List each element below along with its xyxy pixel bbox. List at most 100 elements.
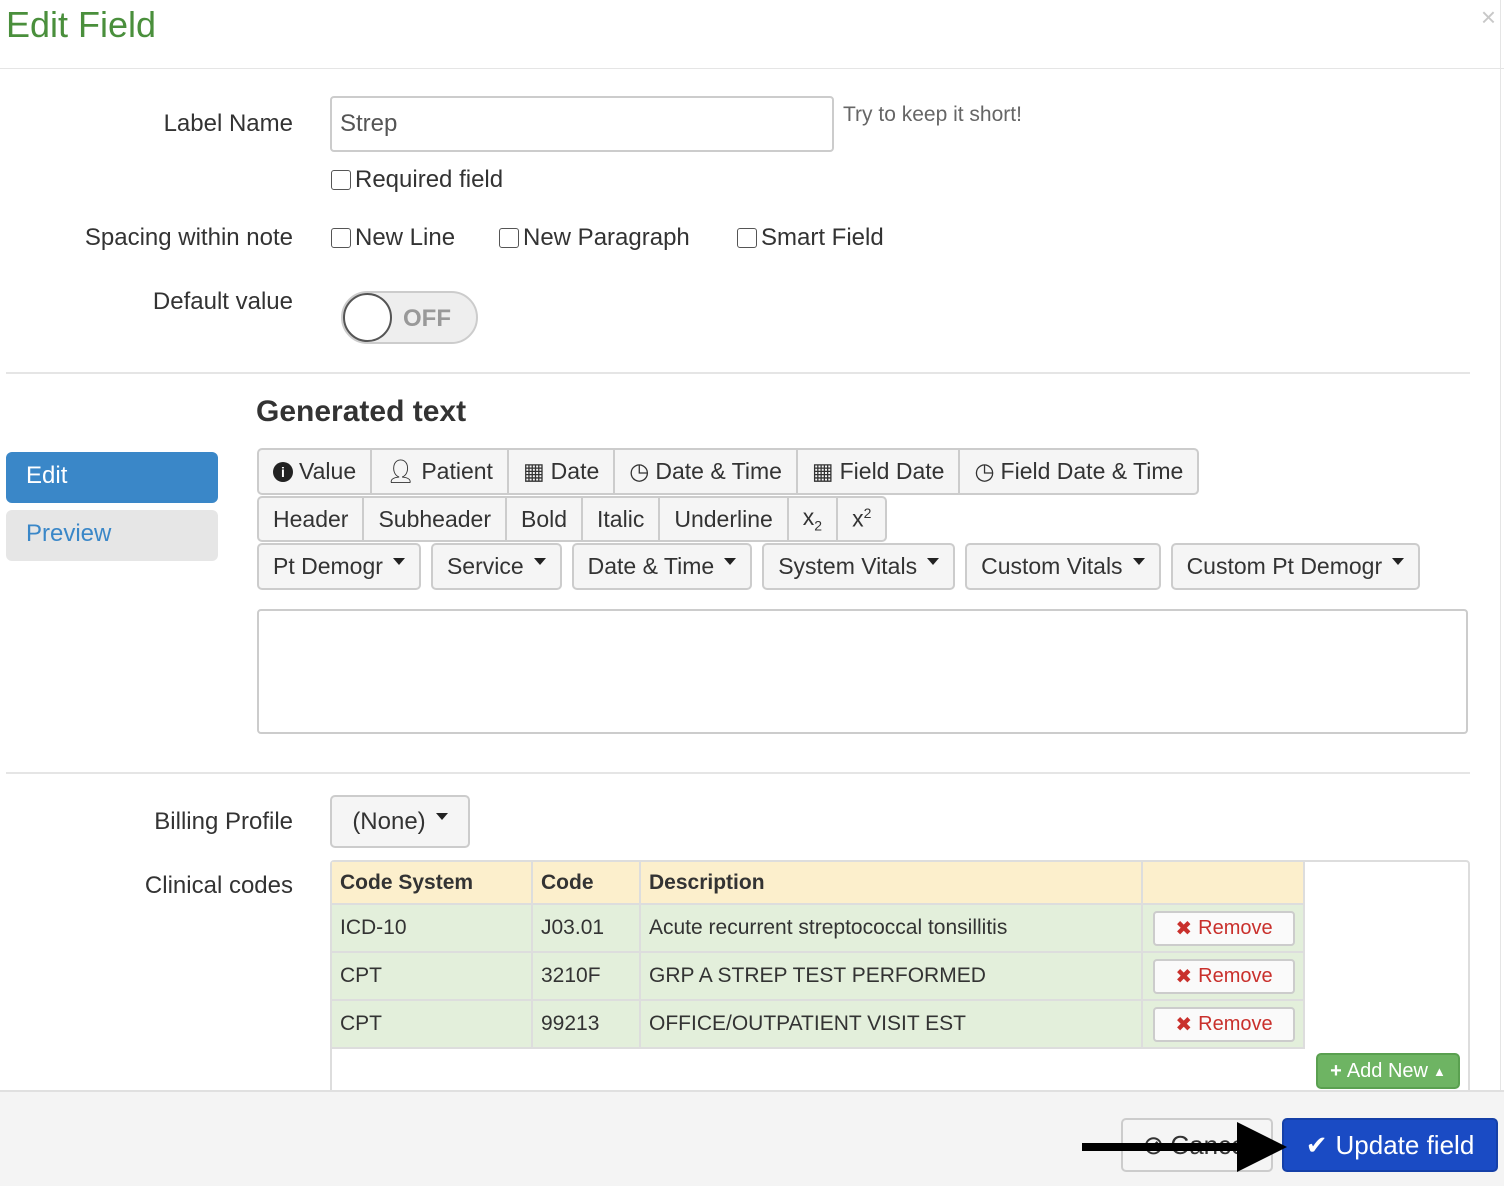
- caret-down-icon: [392, 558, 405, 565]
- close-icon[interactable]: ×: [1481, 2, 1496, 33]
- date-time-dropdown[interactable]: Date & Time: [571, 543, 753, 590]
- toggle-knob[interactable]: [343, 293, 392, 342]
- caret-down-icon: [1392, 558, 1405, 565]
- remove-icon: ✖: [1175, 965, 1193, 988]
- new-paragraph-checkbox[interactable]: New Paragraph: [499, 224, 690, 252]
- scroll-edge: [1500, 0, 1501, 1090]
- toggle-state: OFF: [403, 305, 451, 332]
- label-name-input[interactable]: [330, 96, 834, 152]
- patient-button[interactable]: 👤︎ Patient: [370, 448, 509, 495]
- generated-text-editor[interactable]: [257, 609, 1468, 734]
- checkbox-icon[interactable]: [331, 228, 351, 248]
- dropdown-label: Custom Vitals: [981, 553, 1123, 579]
- table-row: CPT 3210F GRP A STREP TEST PERFORMED ✖ Remov…: [332, 952, 1305, 1001]
- plus-icon: +: [1330, 1059, 1342, 1082]
- header-button[interactable]: Header: [257, 496, 365, 542]
- code-system-cell: CPT: [332, 952, 533, 1001]
- dropdown-label: Date & Time: [587, 553, 715, 579]
- field-date-label: Field Date: [839, 458, 945, 484]
- pt-demogr-dropdown[interactable]: Pt Demogr: [257, 543, 421, 590]
- remove-icon: ✖: [1175, 1013, 1193, 1036]
- underline-button[interactable]: Underline: [658, 496, 789, 542]
- required-checkbox[interactable]: Required field: [331, 166, 503, 194]
- field-date-button[interactable]: ▦ Field Date: [795, 448, 961, 495]
- dialog-title: Edit Field: [6, 4, 157, 45]
- col-description: Description: [640, 862, 1143, 905]
- dropdown-label: Custom Pt Demogr: [1186, 553, 1383, 579]
- bold-button[interactable]: Bold: [504, 496, 584, 542]
- system-vitals-dropdown[interactable]: System Vitals: [762, 543, 956, 590]
- default-value-toggle[interactable]: OFF: [341, 291, 478, 344]
- checkbox-icon[interactable]: [499, 228, 519, 248]
- billing-profile-label: Billing Profile: [154, 808, 293, 835]
- new-paragraph-label: New Paragraph: [523, 224, 690, 251]
- divider: [6, 772, 1470, 774]
- subheader-button[interactable]: Subheader: [362, 496, 507, 542]
- description-cell: Acute recurrent streptococcal tonsilliti…: [640, 904, 1143, 953]
- dropdown-label: Service: [446, 553, 524, 579]
- checkbox-icon[interactable]: [737, 228, 757, 248]
- service-dropdown[interactable]: Service: [430, 543, 562, 590]
- description-cell: GRP A STREP TEST PERFORMED: [640, 952, 1143, 1001]
- actions-cell: ✖ Remove: [1142, 1000, 1305, 1049]
- tab-preview[interactable]: Preview: [6, 510, 218, 561]
- add-new-label: Add New: [1346, 1059, 1428, 1082]
- actions-cell: ✖ Remove: [1142, 952, 1305, 1001]
- check-icon: ✔: [1305, 1129, 1328, 1160]
- remove-button[interactable]: ✖ Remove: [1153, 1006, 1295, 1042]
- caret-down-icon: [1132, 558, 1145, 565]
- code-system-cell: CPT: [332, 1000, 533, 1049]
- date-button[interactable]: ▦ Date: [506, 448, 616, 495]
- col-actions: [1142, 862, 1305, 905]
- custom-pt-demogr-dropdown[interactable]: Custom Pt Demogr: [1170, 543, 1421, 590]
- dropdown-label: Pt Demogr: [273, 553, 383, 579]
- custom-vitals-dropdown[interactable]: Custom Vitals: [965, 543, 1161, 590]
- remove-icon: ✖: [1175, 917, 1193, 940]
- description-cell: OFFICE/OUTPATIENT VISIT EST: [640, 1000, 1143, 1049]
- billing-profile-dropdown[interactable]: (None): [330, 795, 470, 848]
- generated-text-heading: Generated text: [256, 395, 467, 428]
- checkbox-icon[interactable]: [331, 170, 351, 190]
- code-cell: 3210F: [532, 952, 641, 1001]
- new-line-checkbox[interactable]: New Line: [331, 224, 455, 252]
- add-new-button[interactable]: + Add New ▲: [1316, 1053, 1460, 1089]
- table-row: CPT 99213 OFFICE/OUTPATIENT VISIT EST ✖ Remo…: [332, 1000, 1305, 1049]
- label-name-hint: Try to keep it short!: [843, 103, 1022, 126]
- smart-field-label: Smart Field: [761, 224, 884, 251]
- code-cell: 99213: [532, 1000, 641, 1049]
- code-cell: J03.01: [532, 904, 641, 953]
- annotation-arrow-icon: [1082, 1122, 1287, 1172]
- smart-field-checkbox[interactable]: Smart Field: [737, 224, 884, 252]
- remove-button[interactable]: ✖ Remove: [1153, 910, 1295, 946]
- superscript-button[interactable]: x2: [836, 496, 888, 542]
- calendar-icon: ▦: [522, 458, 545, 484]
- required-label: Required field: [355, 166, 504, 193]
- header-divider: [0, 68, 1504, 69]
- billing-profile-value: (None): [352, 807, 426, 835]
- caret-down-icon: [724, 558, 737, 565]
- code-system-cell: ICD-10: [332, 904, 533, 953]
- tab-edit[interactable]: Edit: [6, 452, 218, 503]
- insert-toolbar: i Value 👤︎ Patient ▦ Date ◷ Date & Time ▦ Fie…: [257, 448, 1200, 495]
- italic-button[interactable]: Italic: [581, 496, 661, 542]
- update-field-button[interactable]: ✔ Update field: [1282, 1118, 1498, 1172]
- user-icon: 👤︎: [386, 458, 416, 484]
- remove-button[interactable]: ✖ Remove: [1153, 958, 1295, 994]
- divider: [6, 372, 1470, 374]
- caret-down-icon: [927, 558, 940, 565]
- spacing-label: Spacing within note: [84, 224, 293, 251]
- value-button[interactable]: i Value: [257, 448, 373, 495]
- field-date-time-label: Field Date & Time: [1000, 458, 1184, 484]
- date-time-label: Date & Time: [655, 458, 782, 484]
- remove-label: Remove: [1198, 916, 1273, 939]
- update-label: Update field: [1335, 1129, 1475, 1160]
- clinical-codes-panel: Code System Code Description ICD-10 J03.0…: [330, 860, 1470, 1100]
- date-time-button[interactable]: ◷ Date & Time: [613, 448, 798, 495]
- calendar-icon: ▦: [811, 458, 834, 484]
- field-date-time-button[interactable]: ◷ Field Date & Time: [958, 448, 1200, 495]
- superscript-icon: x2: [852, 505, 872, 532]
- date-label: Date: [550, 458, 600, 484]
- caret-down-icon: [435, 813, 448, 820]
- subscript-button[interactable]: x2: [786, 496, 839, 542]
- remove-label: Remove: [1198, 1012, 1273, 1035]
